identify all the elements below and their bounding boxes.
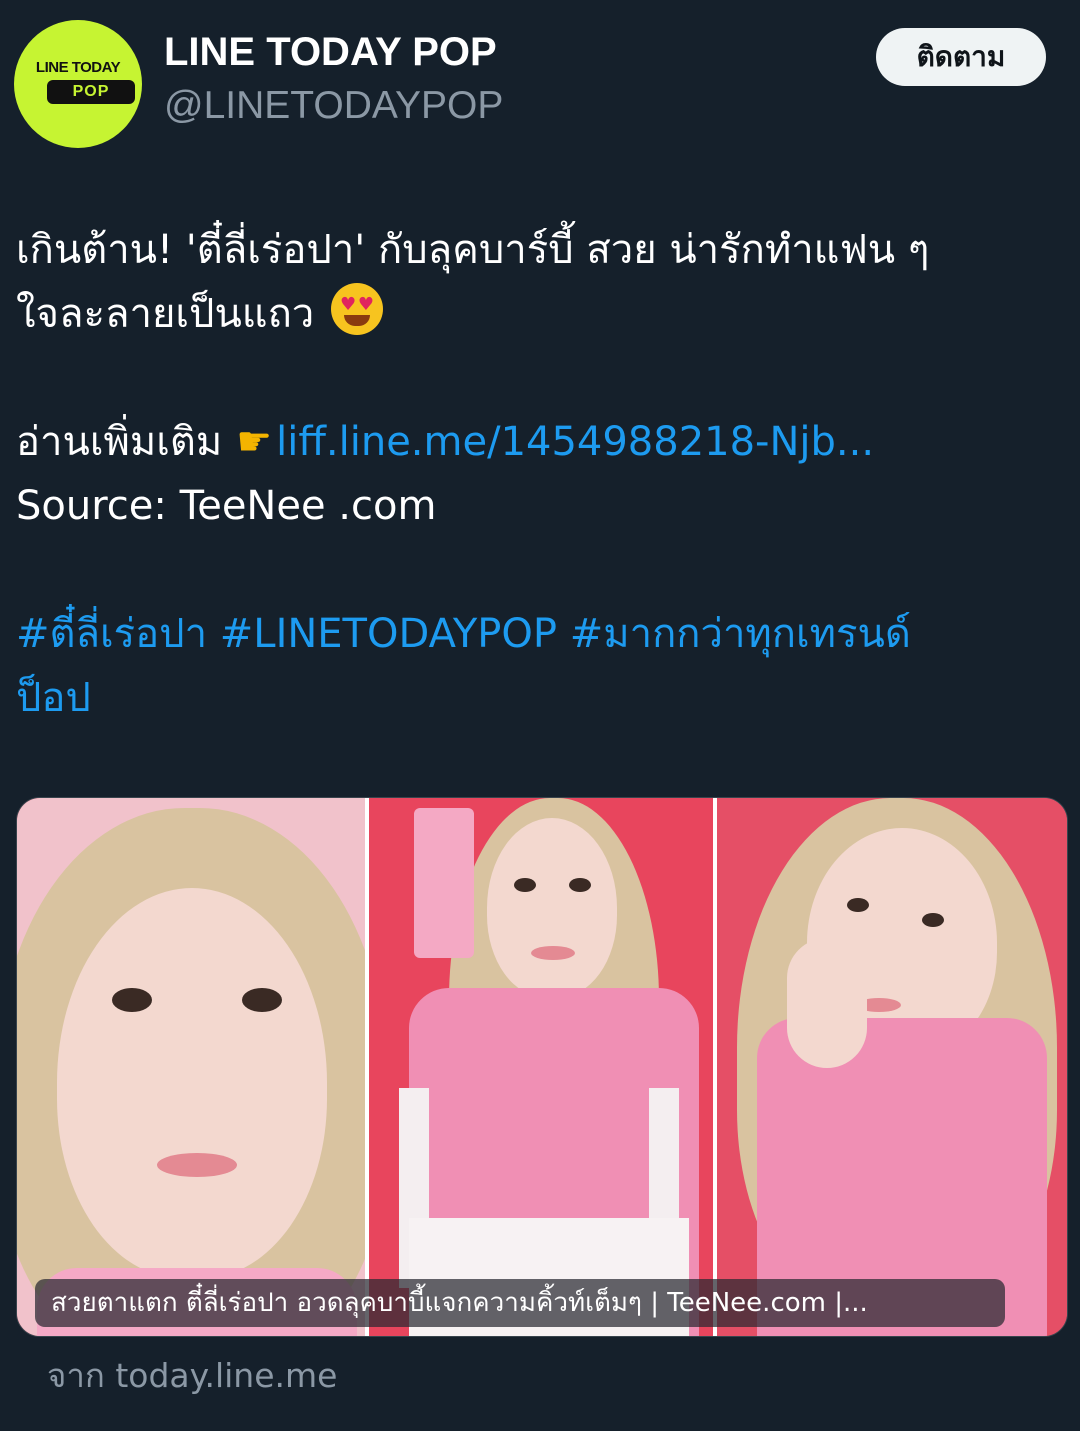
display-name[interactable]: LINE TODAY POP [164, 30, 497, 75]
logo-text-pop: POP [47, 80, 135, 104]
user-handle[interactable]: @LINETODAYPOP [164, 84, 503, 128]
portrait-phone-photo [369, 798, 713, 1336]
tweet-text: เกินต้าน! 'ตี๋ลี่เร่อปา' กับลุคบาร์บี้ ส… [16, 218, 1046, 730]
heart-eyes-emoji-icon: ♥ ♥ [330, 283, 383, 335]
hashtags-line: #ตี๋ลี่เร่อปา #LINETODAYPOP #มากกว่าทุกเ… [16, 602, 1046, 666]
pointing-hand-icon: ☛ [236, 419, 273, 465]
hashtag-link[interactable]: #มากกว่าทุกเทรนด์ [570, 611, 911, 657]
tweet-line-2: ใจละลายเป็นแถว ♥ ♥ [16, 282, 1046, 346]
read-more-link[interactable]: liff.line.me/1454988218-Njb... [276, 419, 874, 465]
read-more-label: อ่านเพิ่มเติม [16, 419, 223, 465]
logo-text-line: LINE TODAY [35, 59, 121, 76]
portrait-hand-photo [717, 798, 1067, 1336]
source-line: Source: TeeNee .com [16, 483, 437, 529]
read-more-line: อ่านเพิ่มเติม ☛ liff.line.me/1454988218-Nj… [16, 410, 1046, 474]
tweet-line-2-text: ใจละลายเป็นแถว [16, 291, 315, 337]
source-domain[interactable]: จาก today.line.me [47, 1349, 337, 1402]
card-caption[interactable]: สวยตาแตก ตี๋ลี่เร่อปา อวดลุคบาบี้แจกความ… [35, 1279, 1005, 1327]
hashtag-wrap[interactable]: ป็อป [16, 666, 1046, 730]
tweet-page: LINE TODAY POP LINE TODAY POP @LINETODAY… [0, 0, 1080, 1431]
tweet-line-1: เกินต้าน! 'ตี๋ลี่เร่อปา' กับลุคบาร์บี้ ส… [16, 227, 930, 273]
hashtag-link[interactable]: #LINETODAYPOP [220, 611, 557, 657]
hashtag-link[interactable]: #ตี๋ลี่เร่อปา [16, 611, 207, 657]
follow-button[interactable]: ติดตาม [876, 28, 1046, 86]
portrait-closeup-photo [17, 798, 365, 1336]
avatar[interactable]: LINE TODAY POP [14, 20, 142, 148]
link-preview-card[interactable]: สวยตาแตก ตี๋ลี่เร่อปา อวดลุคบาบี้แจกความ… [16, 797, 1068, 1337]
